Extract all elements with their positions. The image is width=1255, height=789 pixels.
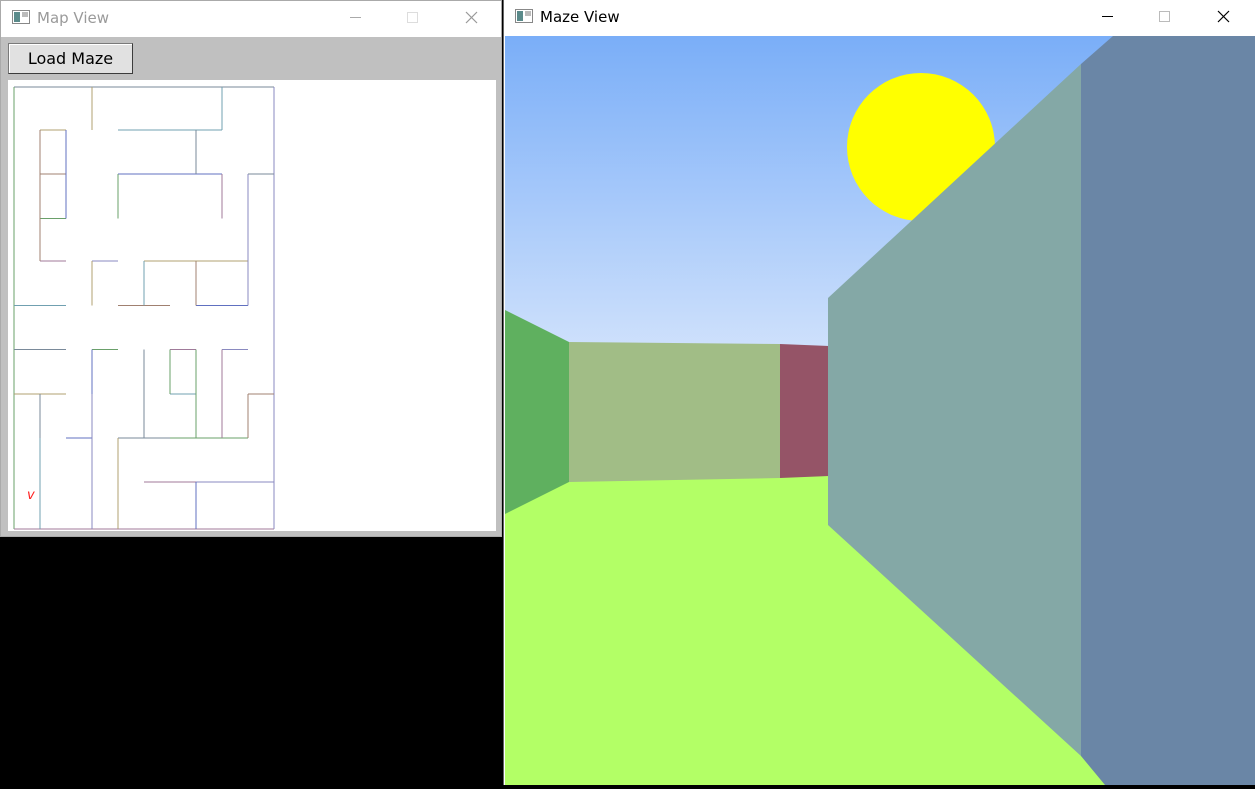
left-wall (505, 310, 569, 514)
minimize-icon (1102, 16, 1113, 17)
close-icon (465, 11, 478, 24)
front-wall (569, 342, 780, 482)
player-marker: v (27, 488, 35, 503)
close-button[interactable] (1201, 0, 1247, 34)
app-icon (515, 9, 533, 23)
maze-view-titlebar[interactable]: Maze View (504, 0, 1255, 36)
load-maze-button[interactable]: Load Maze (8, 43, 133, 74)
window-title: Map View (37, 9, 110, 27)
maximize-icon (1159, 11, 1170, 22)
app-icon (12, 10, 30, 24)
maximize-button[interactable] (1142, 0, 1188, 34)
window-title: Maze View (540, 8, 620, 26)
maze-3d-view[interactable] (505, 36, 1255, 785)
close-button[interactable] (449, 1, 495, 35)
map-view-titlebar[interactable]: Map View (1, 1, 501, 37)
maze-map-canvas: v (8, 80, 496, 531)
maroon-wall (780, 344, 829, 478)
maze-view-window: Maze View (503, 0, 1255, 785)
minimize-icon (350, 17, 361, 18)
minimize-button[interactable] (332, 1, 378, 35)
maximize-icon (407, 12, 418, 23)
maze-3d-scene (505, 36, 1255, 785)
close-icon (1217, 10, 1230, 23)
maze-map: v (13, 86, 275, 530)
right-wall-near (1081, 36, 1255, 785)
minimize-button[interactable] (1084, 0, 1130, 34)
map-view-window: Map View Load Maze v (0, 0, 502, 537)
maximize-button[interactable] (390, 1, 436, 35)
